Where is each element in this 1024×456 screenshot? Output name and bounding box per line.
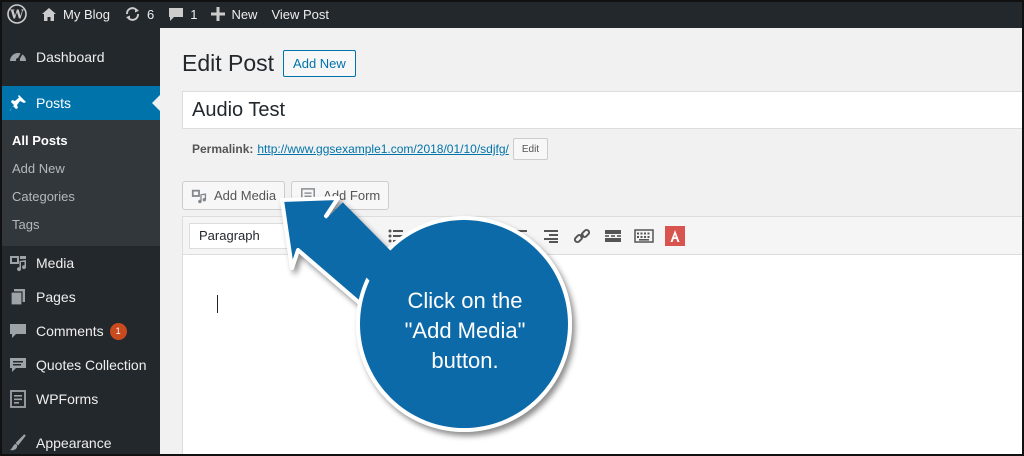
submenu-add-new[interactable]: Add New bbox=[0, 154, 160, 182]
align-center-icon bbox=[512, 229, 527, 240]
permalink-url-link[interactable]: http://www.ggsexample1.com/2018/01/10/sd… bbox=[257, 142, 508, 156]
posts-submenu: All Posts Add New Categories Tags bbox=[0, 120, 160, 246]
comments-badge: 1 bbox=[109, 322, 127, 340]
site-name-link[interactable]: My Blog bbox=[34, 0, 117, 28]
add-media-label: Add Media bbox=[214, 188, 277, 203]
sidebar-item-wpforms[interactable]: WPForms bbox=[0, 382, 160, 416]
adsense-plugin-button[interactable] bbox=[659, 222, 690, 250]
site-name: My Blog bbox=[63, 6, 110, 22]
comment-icon bbox=[169, 7, 184, 21]
text-cursor bbox=[217, 295, 218, 313]
callout-line: "Add Media" bbox=[404, 318, 526, 343]
main-content: Edit Post Add New Audio Test Permalink: … bbox=[160, 28, 1024, 456]
plus-icon bbox=[211, 7, 226, 21]
post-editor: Paragraph bbox=[182, 216, 1024, 456]
sidebar-item-label: Comments bbox=[36, 323, 104, 339]
admin-bar: W My Blog 6 1 New View Post bbox=[0, 0, 1024, 28]
align-right-icon bbox=[543, 229, 558, 243]
bullet-list-icon bbox=[388, 229, 403, 242]
editor-body[interactable] bbox=[183, 255, 1024, 455]
editor-toolbar: Paragraph bbox=[183, 217, 1024, 255]
keyboard-icon bbox=[633, 228, 654, 243]
edit-permalink-button[interactable]: Edit bbox=[512, 138, 549, 160]
numbered-list-button[interactable] bbox=[411, 222, 442, 250]
media-icon bbox=[191, 189, 207, 203]
numbered-list-icon bbox=[419, 229, 434, 242]
sidebar-item-quotes-collection[interactable]: Quotes Collection bbox=[0, 348, 160, 382]
sidebar-item-label: Posts bbox=[36, 95, 72, 111]
sidebar-item-label: Pages bbox=[36, 289, 76, 305]
sidebar-item-label: Dashboard bbox=[36, 49, 105, 65]
sidebar-item-dashboard[interactable]: Dashboard bbox=[0, 40, 160, 74]
read-more-icon bbox=[604, 229, 621, 242]
dashboard-icon bbox=[8, 47, 28, 67]
italic-icon bbox=[360, 229, 370, 242]
view-post-link[interactable]: View Post bbox=[264, 0, 336, 28]
admin-sidebar: Dashboard Posts All Posts Add New Catego… bbox=[0, 28, 160, 456]
sidebar-item-label: Appearance bbox=[36, 435, 112, 451]
comments-link[interactable]: 1 bbox=[161, 0, 204, 28]
toolbar-toggle-button[interactable] bbox=[628, 222, 659, 250]
add-form-button[interactable]: Add Form bbox=[291, 181, 390, 210]
new-label: New bbox=[231, 6, 258, 22]
svg-text:W: W bbox=[9, 8, 24, 22]
align-right-button[interactable] bbox=[535, 222, 566, 250]
sidebar-item-label: WPForms bbox=[36, 391, 99, 407]
permalink-row: Permalink: http://www.ggsexample1.com/20… bbox=[192, 138, 549, 160]
add-form-label: Add Form bbox=[323, 188, 381, 203]
home-icon bbox=[42, 7, 56, 21]
callout-line: button. bbox=[431, 348, 499, 373]
callout-line: Click on the bbox=[407, 288, 523, 313]
sidebar-item-posts[interactable]: Posts bbox=[0, 86, 160, 120]
sidebar-item-label: Quotes Collection bbox=[36, 357, 147, 373]
sidebar-item-label: Media bbox=[36, 255, 75, 271]
italic-button[interactable] bbox=[349, 222, 380, 250]
sidebar-item-appearance[interactable]: Appearance bbox=[0, 426, 160, 456]
submenu-all-posts[interactable]: All Posts bbox=[0, 126, 160, 154]
updates-count: 6 bbox=[146, 6, 155, 22]
sidebar-item-media[interactable]: Media bbox=[0, 246, 160, 280]
bullet-list-button[interactable] bbox=[380, 222, 411, 250]
refresh-icon bbox=[125, 7, 139, 21]
pages-icon bbox=[8, 287, 28, 307]
comments-count: 1 bbox=[190, 6, 198, 22]
wordpress-logo-icon[interactable]: W bbox=[0, 0, 34, 28]
insert-link-button[interactable] bbox=[566, 222, 597, 250]
updates-link[interactable]: 6 bbox=[117, 0, 161, 28]
add-media-button[interactable]: Add Media bbox=[182, 181, 286, 210]
media-buttons: Add Media Add Form bbox=[182, 181, 395, 210]
forms-icon bbox=[8, 389, 28, 409]
permalink-label: Permalink: bbox=[192, 142, 254, 156]
link-icon bbox=[573, 228, 590, 243]
page-title: Edit Post bbox=[182, 50, 275, 76]
title-row: Edit Post Add New bbox=[182, 50, 356, 77]
sidebar-item-comments[interactable]: Comments 1 bbox=[0, 314, 160, 348]
add-new-button[interactable]: Add New bbox=[283, 50, 356, 77]
media-icon bbox=[8, 253, 28, 273]
read-more-button[interactable] bbox=[597, 222, 628, 250]
form-icon bbox=[301, 187, 316, 204]
pin-icon bbox=[8, 93, 28, 113]
quotes-icon bbox=[8, 355, 28, 375]
align-center-button[interactable] bbox=[504, 222, 535, 250]
submenu-categories[interactable]: Categories bbox=[0, 182, 160, 210]
comment-icon bbox=[8, 321, 28, 341]
brush-icon bbox=[8, 433, 28, 453]
submenu-tags[interactable]: Tags bbox=[0, 210, 160, 238]
callout-text: Click on the "Add Media" button. bbox=[360, 286, 570, 376]
post-title-input[interactable]: Audio Test bbox=[182, 91, 1024, 129]
new-content-link[interactable]: New bbox=[204, 0, 264, 28]
letter-a-icon bbox=[664, 225, 685, 246]
sidebar-item-pages[interactable]: Pages bbox=[0, 280, 160, 314]
format-select[interactable]: Paragraph bbox=[189, 222, 307, 249]
